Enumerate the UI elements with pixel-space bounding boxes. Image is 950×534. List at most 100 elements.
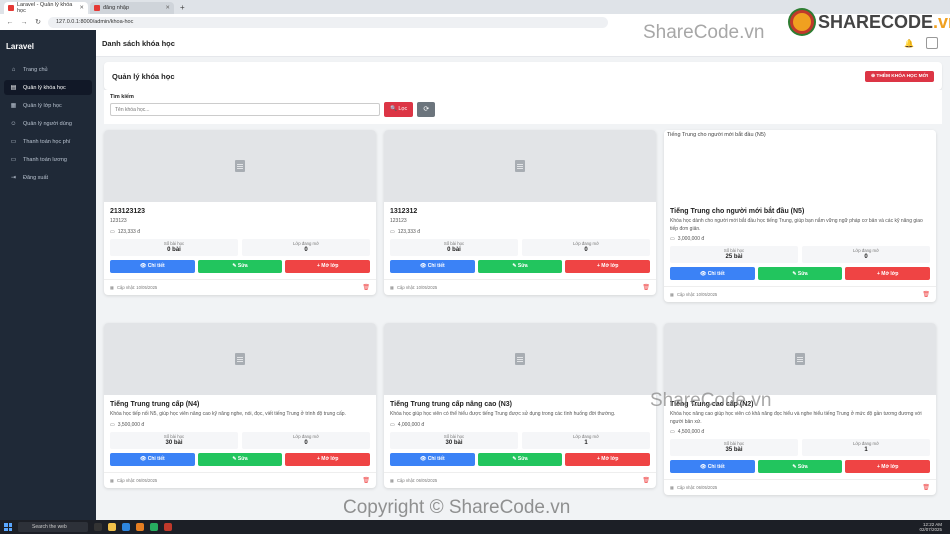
system-tray[interactable]: 12:22 AM 02/07/2025 [919, 522, 946, 533]
classes-stat: Lớp đang mở 0 [802, 246, 930, 263]
filter-button[interactable]: 🔍 Lọc [384, 102, 414, 117]
sidebar-item-2[interactable]: ▦ Quản lý lớp học [4, 98, 92, 113]
edit-button[interactable]: ✎ Sửa [757, 460, 843, 473]
money-icon: ▭ [110, 228, 115, 235]
sidebar-brand[interactable]: Laravel [0, 30, 96, 61]
windows-start-icon[interactable] [4, 523, 12, 531]
course-stats: Số bài học 25 bài Lớp đang mở 0 [670, 246, 930, 263]
search-panel: Tìm kiếm 🔍 Lọc ⟳ [104, 90, 942, 124]
sidebar-item-3[interactable]: ☺ Quản lý người dùng [4, 116, 92, 131]
open-class-button[interactable]: + Mở lớp [565, 259, 651, 273]
address-bar[interactable]: 127.0.0.1:8000/admin/khoa-hoc [48, 16, 608, 28]
course-actions: 👁 Chi tiết ✎ Sửa + Mở lớp [110, 259, 371, 273]
image-placeholder-icon [515, 160, 525, 172]
classes-value: 0 [584, 246, 588, 253]
detail-button[interactable]: 👁 Chi tiết [390, 259, 475, 273]
new-tab-button[interactable]: + [176, 2, 189, 14]
close-tab-icon[interactable]: ✕ [165, 5, 170, 11]
lessons-value: 35 bài [725, 447, 743, 453]
book-icon: ▤ [10, 85, 17, 91]
calendar-icon: ▦ [390, 477, 394, 483]
course-price: ▭ 3,000,000 đ [670, 236, 930, 242]
course-body: 1312312 123123 ▭ 123,333 đ Số bài học 0 bài Lớ… [384, 202, 656, 273]
delete-icon[interactable]: 🗑 [922, 291, 930, 298]
edit-button[interactable]: ✎ Sửa [757, 267, 843, 280]
sidebar-item-0[interactable]: ⌂ Trang chủ [4, 62, 92, 77]
favicon-icon [94, 5, 100, 11]
logo-prefix: SHARE [818, 11, 882, 32]
add-course-button[interactable]: ⊕ THÊM KHÓA HỌC MỚI [865, 70, 934, 82]
course-actions: 👁 Chi tiết ✎ Sửa + Mở lớp [670, 267, 931, 280]
delete-icon[interactable]: 🗑 [922, 484, 930, 491]
app2-icon[interactable] [164, 523, 172, 531]
sidebar-item-1[interactable]: ▤ Quản lý khóa học [4, 80, 92, 95]
delete-icon[interactable]: 🗑 [642, 284, 650, 291]
logout-icon: ⇥ [10, 175, 17, 181]
open-class-button[interactable]: + Mở lớp [565, 452, 651, 466]
class-icon: ▦ [10, 103, 17, 109]
close-tab-icon[interactable]: ✕ [79, 5, 84, 11]
image-placeholder-icon [795, 353, 805, 365]
browser-tab-0[interactable]: Laravel - Quản lý khóa học ✕ [4, 2, 88, 14]
open-class-button[interactable]: + Mở lớp [845, 460, 931, 473]
open-class-button[interactable]: + Mở lớp [285, 452, 371, 466]
forward-icon[interactable]: → [20, 19, 28, 26]
sidebar-item-5[interactable]: ▭ Thanh toán lương [4, 152, 92, 167]
course-stats: Số bài học 0 bài Lớp đang mở 0 [110, 238, 370, 256]
classes-value: 1 [864, 447, 868, 453]
lessons-label: Số bài học [443, 433, 465, 439]
sidebar-item-4[interactable]: ▭ Thanh toán học phí [4, 134, 92, 149]
avatar[interactable] [926, 37, 938, 49]
course-card: Tiếng Trung trung cấp nâng cao (N3) Khóa … [384, 323, 656, 488]
image-placeholder-icon [515, 353, 525, 365]
course-description: Khóa học giúp học viên có thể hiểu được … [390, 411, 616, 417]
detail-button[interactable]: 👁 Chi tiết [670, 460, 755, 473]
back-icon[interactable]: ← [6, 19, 14, 26]
course-body: Tiếng Trung trung cấp nâng cao (N3) Khóa … [384, 395, 656, 466]
edit-button[interactable]: ✎ Sửa [477, 452, 563, 466]
course-footer: ▦ Cập nhật: 06/05/2025 🗑 [384, 471, 656, 488]
reload-icon[interactable]: ↻ [34, 18, 42, 26]
open-class-button[interactable]: + Mở lớp [845, 267, 931, 280]
lessons-label: Số bài học [443, 240, 465, 246]
reset-button[interactable]: ⟳ [417, 102, 436, 117]
course-description: Khóa học nâng cao giúp học viên có khả n… [670, 411, 922, 425]
course-footer: ▦ Cập nhật: 10/05/2025 🗑 [664, 286, 936, 302]
file-explorer-icon[interactable] [108, 523, 116, 531]
classes-label: Lớp đang mở [573, 433, 599, 439]
search-input[interactable] [110, 103, 380, 116]
delete-icon[interactable]: 🗑 [362, 284, 370, 291]
delete-icon[interactable]: 🗑 [642, 477, 650, 484]
chrome-icon[interactable] [150, 523, 158, 531]
edit-button[interactable]: ✎ Sửa [197, 452, 283, 466]
taskview-icon[interactable] [94, 523, 102, 531]
bell-icon[interactable]: 🔔 [904, 39, 914, 48]
course-name: Tiếng Trung cho người mới bắt đầu (N5) [670, 208, 805, 215]
course-image [384, 130, 656, 202]
taskbar-search[interactable]: Search the web [18, 522, 88, 532]
edit-button[interactable]: ✎ Sửa [197, 259, 283, 273]
users-icon: ☺ [10, 120, 17, 127]
course-card: 1312312 123123 ▭ 123,333 đ Số bài học 0 bài Lớ… [384, 130, 656, 295]
tab-label: Laravel - Quản lý khóa học [17, 2, 73, 14]
detail-button[interactable]: 👁 Chi tiết [670, 267, 755, 280]
clock-date: 02/07/2025 [919, 527, 942, 532]
topbar: Danh sách khóa học 🔔 [96, 30, 950, 57]
vscode-icon[interactable] [122, 523, 130, 531]
classes-stat: Lớp đang mở 0 [242, 431, 370, 449]
edit-button[interactable]: ✎ Sửa [477, 259, 563, 273]
lessons-label: Số bài học [723, 248, 745, 253]
updated-date: Cập nhật: 10/05/2025 [396, 284, 438, 290]
detail-button[interactable]: 👁 Chi tiết [110, 259, 195, 273]
money-icon: ▭ [670, 429, 675, 435]
detail-button[interactable]: 👁 Chi tiết [390, 452, 475, 466]
detail-button[interactable]: 👁 Chi tiết [110, 452, 195, 466]
home-icon: ⌂ [11, 66, 16, 73]
app-icon[interactable] [136, 523, 144, 531]
delete-icon[interactable]: 🗑 [362, 477, 370, 484]
logo-mark-icon [790, 10, 814, 34]
browser-tab-1[interactable]: đăng nhập ✕ [90, 2, 174, 14]
open-class-button[interactable]: + Mở lớp [285, 259, 371, 273]
search-label: Tìm kiếm [110, 94, 134, 100]
sidebar-item-6[interactable]: ⇥ Đăng xuất [4, 170, 92, 185]
